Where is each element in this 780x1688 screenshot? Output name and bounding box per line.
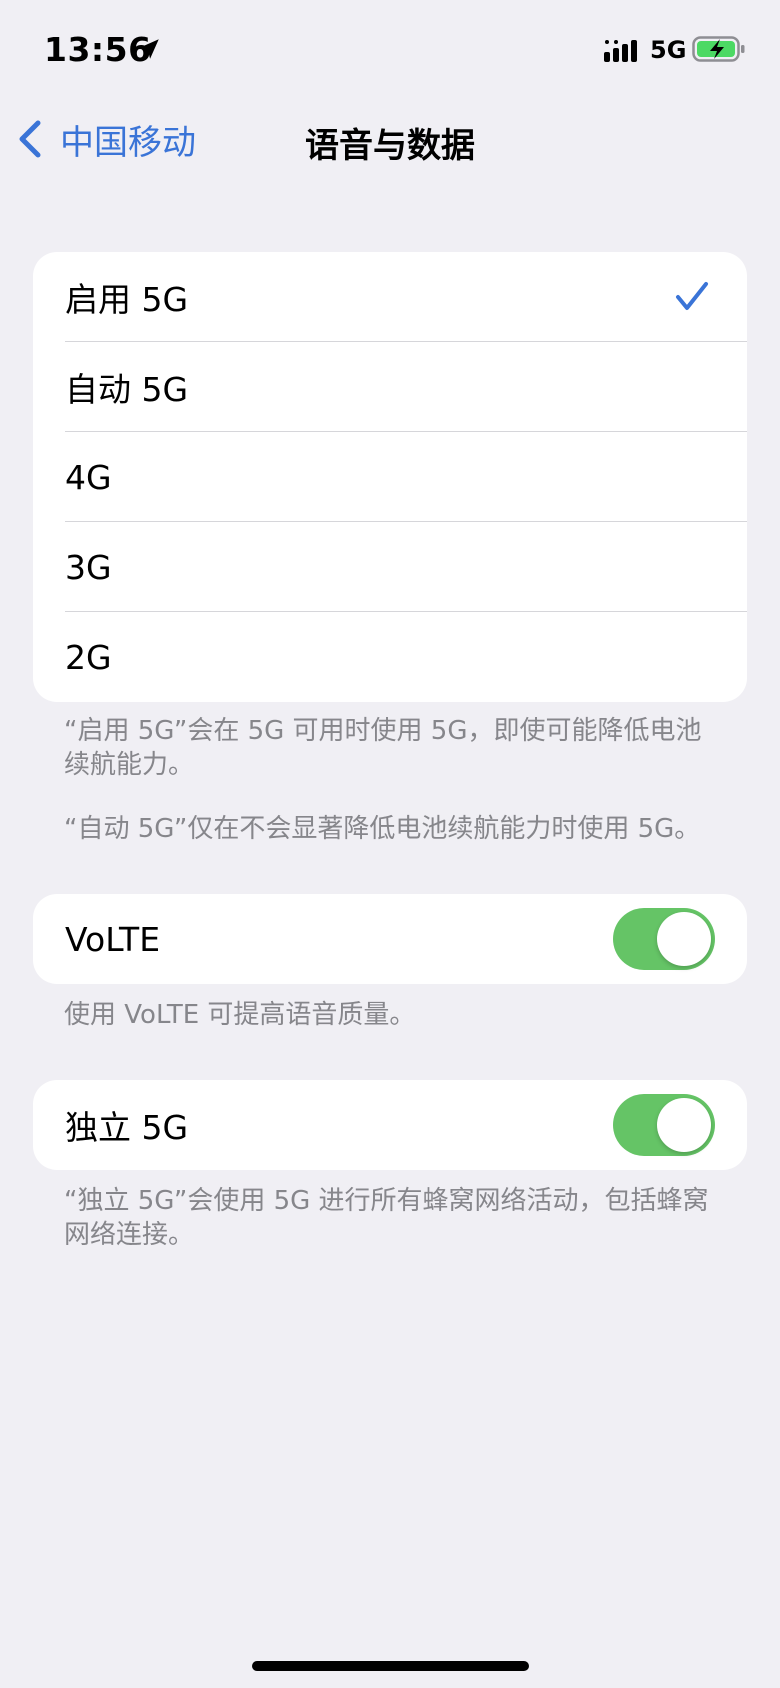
cellular-signal-icon — [604, 40, 637, 62]
navigation-bar: 中国移动 语音与数据 — [0, 100, 780, 180]
page-title: 语音与数据 — [305, 126, 475, 166]
standalone-5g-label: 独立 5G — [65, 1108, 189, 1147]
option-label: 2G — [65, 637, 112, 677]
volte-row: VoLTE — [33, 894, 747, 984]
option-enable-5g[interactable]: 启用 5G — [33, 252, 747, 342]
volte-footer: 使用 VoLTE 可提高语音质量。 — [64, 1000, 416, 1030]
network-type-indicator: 5G — [650, 36, 687, 64]
volte-label: VoLTE — [65, 919, 161, 959]
home-indicator[interactable] — [252, 1661, 529, 1671]
network-footer-auto-5g: “自动 5G”仅在不会显著降低电池续航能力时使用 5G。 — [64, 814, 701, 844]
toggle-knob — [657, 1098, 711, 1152]
option-3g[interactable]: 3G — [33, 522, 747, 612]
standalone-5g-row: 独立 5G — [33, 1080, 747, 1170]
standalone-5g-group: 独立 5G — [33, 1080, 747, 1170]
network-footer-enable-5g: “启用 5G”会在 5G 可用时使用 5G，即使可能降低电池续航能力。 — [64, 716, 702, 780]
standalone-5g-footer: “独立 5G”会使用 5G 进行所有蜂窝网络活动，包括蜂窝网络连接。 — [64, 1186, 709, 1250]
option-label: 4G — [65, 457, 112, 497]
toggle-knob — [657, 912, 711, 966]
checkmark-icon — [676, 282, 708, 310]
standalone-5g-toggle[interactable] — [613, 1094, 715, 1156]
volte-group: VoLTE — [33, 894, 747, 984]
option-auto-5g[interactable]: 自动 5G — [33, 342, 747, 432]
option-label: 3G — [65, 547, 112, 587]
status-bar: 13:56 5G — [0, 0, 780, 100]
option-2g[interactable]: 2G — [33, 612, 747, 702]
network-options-group: 启用 5G 自动 5G 4G 3G 2G — [33, 252, 747, 702]
battery-charging-icon — [692, 36, 745, 62]
location-arrow-icon — [139, 39, 159, 59]
option-label: 自动 5G — [65, 370, 189, 409]
option-label: 启用 5G — [65, 280, 189, 319]
option-4g[interactable]: 4G — [33, 432, 747, 522]
volte-toggle[interactable] — [613, 908, 715, 970]
